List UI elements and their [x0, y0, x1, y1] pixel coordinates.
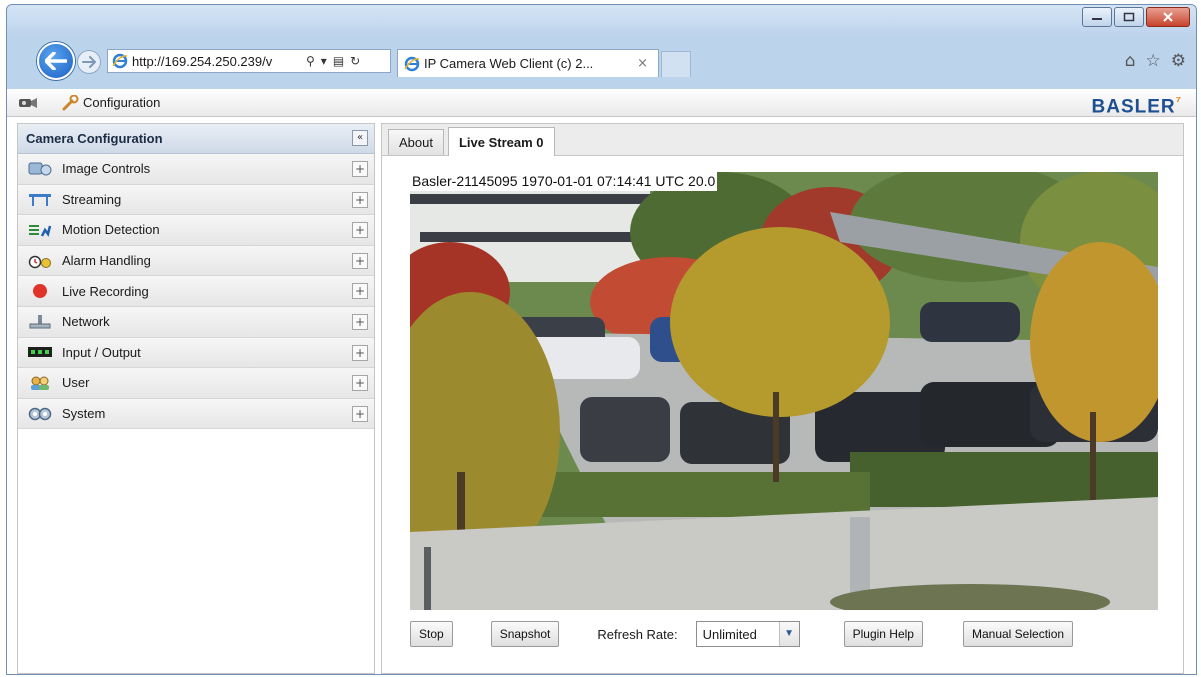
- sidebar: Camera Configuration « Image Controls + …: [17, 123, 375, 674]
- back-button[interactable]: [37, 42, 75, 80]
- ie-tab-icon: [404, 56, 420, 71]
- record-icon: [28, 282, 52, 300]
- sidebar-item-input-output[interactable]: Input / Output +: [18, 337, 374, 369]
- tab-live-stream[interactable]: Live Stream 0: [447, 127, 555, 156]
- expand-icon[interactable]: +: [352, 375, 368, 392]
- user-icon: [28, 374, 52, 392]
- favorites-star-icon[interactable]: ☆: [1146, 51, 1161, 71]
- refresh-rate-select[interactable]: Unlimited ▼: [695, 621, 800, 647]
- sidebar-item-motion-detection[interactable]: Motion Detection +: [18, 215, 374, 246]
- expand-icon[interactable]: +: [352, 313, 368, 330]
- video-overlay-text: Basler-21145095 1970-01-01 07:14:41 UTC …: [410, 172, 718, 191]
- forward-arrow-icon: [82, 56, 96, 68]
- minimize-icon: [1092, 18, 1102, 20]
- address-tools: ⚲ ▾ ▤ ↻: [306, 54, 360, 68]
- expand-icon[interactable]: +: [352, 252, 368, 269]
- brand-text: BASLER: [1091, 96, 1176, 118]
- title-bar: [7, 5, 1196, 37]
- configuration-menu[interactable]: Configuration: [61, 94, 161, 111]
- chevron-down-icon[interactable]: ▼: [778, 622, 799, 646]
- sidebar-item-label: Network: [62, 314, 110, 330]
- plugin-help-button[interactable]: Plugin Help: [843, 621, 923, 647]
- ie-logo-icon: [112, 53, 128, 69]
- motion-detection-icon: [28, 221, 52, 239]
- settings-gear-icon[interactable]: ⚙: [1171, 51, 1186, 71]
- sidebar-item-label: System: [62, 406, 106, 422]
- expand-icon[interactable]: +: [352, 222, 368, 239]
- maximize-icon: [1123, 12, 1135, 22]
- content-tabs: About Live Stream 0: [382, 124, 1183, 156]
- sidebar-title: Camera Configuration: [26, 131, 163, 146]
- maximize-button[interactable]: [1114, 7, 1144, 27]
- new-tab-button[interactable]: [661, 51, 691, 77]
- browser-window: http://169.254.250.239/v ⚲ ▾ ▤ ↻ IP Came…: [6, 4, 1197, 675]
- sidebar-item-system[interactable]: System +: [18, 398, 374, 430]
- sidebar-item-label: Input / Output: [62, 344, 141, 360]
- image-controls-icon: [28, 160, 52, 178]
- tab-about[interactable]: About: [388, 129, 444, 155]
- close-icon: [1163, 12, 1173, 22]
- sidebar-item-label: Streaming: [62, 191, 122, 207]
- alarm-icon: [28, 252, 52, 270]
- brand-mark-icon: ⁷: [1175, 93, 1182, 108]
- sidebar-item-label: User: [62, 375, 90, 391]
- sidebar-item-label: Alarm Handling: [62, 253, 151, 269]
- camera-scene-image: [410, 172, 1158, 610]
- expand-icon[interactable]: +: [352, 344, 368, 361]
- live-video-frame[interactable]: Basler-21145095 1970-01-01 07:14:41 UTC …: [410, 172, 1158, 610]
- sidebar-item-label: Image Controls: [62, 161, 151, 177]
- url-text[interactable]: http://169.254.250.239/v: [132, 54, 302, 69]
- sidebar-item-streaming[interactable]: Streaming +: [18, 184, 374, 216]
- home-icon[interactable]: ⌂: [1125, 51, 1136, 71]
- system-icon: [28, 405, 52, 423]
- sidebar-item-live-recording[interactable]: Live Recording +: [18, 276, 374, 307]
- compatibility-icon[interactable]: ▤: [333, 54, 344, 68]
- browser-icons: ⌂ ☆ ⚙: [1125, 51, 1186, 71]
- streaming-icon: [28, 190, 52, 208]
- browser-tab[interactable]: IP Camera Web Client (c) 2... ×: [397, 49, 659, 77]
- sidebar-item-user[interactable]: User +: [18, 368, 374, 399]
- stream-controls: Stop Snapshot Refresh Rate: Unlimited ▼ …: [410, 620, 1170, 648]
- app-toolbar: Configuration BASLER⁷: [7, 89, 1196, 117]
- expand-icon[interactable]: +: [352, 161, 368, 177]
- expand-icon[interactable]: +: [352, 283, 368, 300]
- sidebar-item-label: Motion Detection: [62, 222, 160, 238]
- wrench-icon: [62, 94, 79, 110]
- tab-close-icon[interactable]: ×: [637, 56, 648, 71]
- manual-selection-button[interactable]: Manual Selection: [962, 621, 1074, 647]
- navigation-bar: http://169.254.250.239/v ⚲ ▾ ▤ ↻ IP Came…: [7, 37, 1196, 89]
- minimize-button[interactable]: [1082, 7, 1112, 27]
- refresh-icon[interactable]: ↻: [350, 54, 360, 68]
- configuration-label: Configuration: [83, 95, 161, 110]
- dropdown-icon[interactable]: ▾: [321, 54, 327, 68]
- sidebar-item-alarm-handling[interactable]: Alarm Handling +: [18, 245, 374, 277]
- main-panel: About Live Stream 0 Basler-21145095 1970…: [381, 123, 1184, 674]
- sidebar-item-image-controls[interactable]: Image Controls +: [18, 154, 374, 185]
- network-icon: [28, 313, 52, 331]
- refresh-rate-label: Refresh Rate:: [597, 626, 678, 642]
- collapse-sidebar-button[interactable]: «: [352, 130, 368, 146]
- snapshot-button[interactable]: Snapshot: [490, 621, 560, 647]
- expand-icon[interactable]: +: [352, 191, 368, 208]
- expand-icon[interactable]: +: [352, 405, 368, 422]
- brand-logo: BASLER⁷: [1092, 93, 1183, 118]
- forward-button[interactable]: [77, 50, 101, 74]
- window-controls: [1082, 7, 1190, 27]
- io-icon: [28, 343, 52, 361]
- address-bar[interactable]: http://169.254.250.239/v ⚲ ▾ ▤ ↻: [107, 49, 391, 73]
- sidebar-item-label: Live Recording: [62, 283, 149, 299]
- sidebar-header: Camera Configuration «: [18, 124, 374, 154]
- camera-icon[interactable]: [17, 95, 39, 111]
- sidebar-item-network[interactable]: Network +: [18, 306, 374, 338]
- search-icon[interactable]: ⚲: [306, 54, 315, 68]
- page-content: Configuration BASLER⁷ Camera Configurati…: [7, 89, 1196, 674]
- stop-button[interactable]: Stop: [410, 621, 453, 647]
- refresh-rate-value: Unlimited: [702, 626, 757, 642]
- close-window-button[interactable]: [1146, 7, 1190, 27]
- tab-title: IP Camera Web Client (c) 2...: [424, 56, 594, 71]
- back-arrow-icon: [45, 52, 67, 70]
